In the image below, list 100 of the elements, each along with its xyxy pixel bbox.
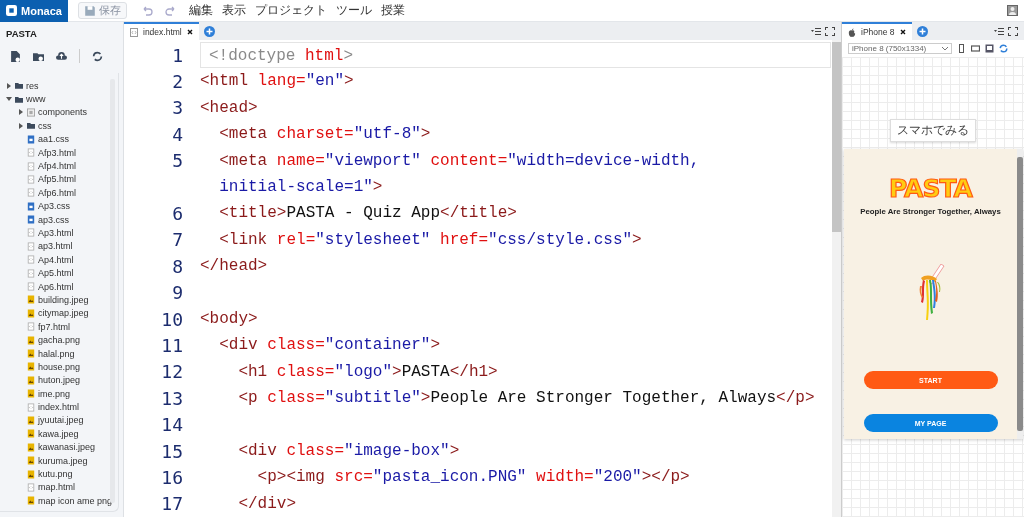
file-name[interactable]: Afp6.html	[38, 187, 77, 198]
refresh-icon[interactable]	[999, 44, 1008, 53]
code-line: <head>	[200, 97, 259, 119]
close-icon[interactable]	[186, 29, 193, 35]
image-file-icon	[27, 389, 35, 399]
file-name[interactable]: Ap3.html	[38, 228, 74, 238]
file-name[interactable]: ap3.html	[38, 241, 73, 252]
image-file-icon	[27, 375, 35, 385]
line-number: 17	[160, 493, 184, 515]
menu-item[interactable]: 表示	[222, 2, 246, 19]
caret-right-icon[interactable]	[18, 109, 24, 116]
file-name[interactable]: aa1.css	[38, 134, 70, 145]
image-file-icon	[27, 442, 35, 452]
line-number: 14	[160, 414, 184, 436]
menu-item[interactable]: ツール	[336, 2, 372, 19]
caret-down-icon[interactable]	[6, 96, 12, 103]
user-icon[interactable]	[1007, 5, 1018, 16]
file-name[interactable]: Ap6.html	[38, 281, 74, 292]
expand-icon[interactable]	[1008, 26, 1018, 36]
code-line: <p><img src="pasta_icon.PNG" width="200"></p>	[256, 467, 691, 489]
line-number: 1	[171, 44, 184, 66]
list-menu-icon[interactable]	[811, 26, 821, 36]
line-number: 5	[171, 150, 184, 172]
image-file-icon	[27, 415, 35, 425]
file-name[interactable]: Afp3.html	[38, 147, 77, 158]
file-name[interactable]: jyuutai.jpeg	[38, 415, 84, 426]
html-file-icon	[27, 228, 35, 238]
file-name[interactable]: gacha.png	[38, 335, 81, 346]
line-number: 8	[171, 255, 184, 277]
image-file-icon	[27, 349, 35, 358]
line-number: 16	[160, 466, 184, 488]
file-name[interactable]: halal.png	[38, 348, 75, 359]
folder-name[interactable]: www	[26, 94, 46, 105]
phone-icon[interactable]	[957, 44, 966, 53]
file-name[interactable]: kuruma.jpeg	[38, 455, 88, 466]
list-menu-icon[interactable]	[994, 26, 1004, 36]
file-name[interactable]: index.html	[38, 402, 80, 413]
monaca-logo[interactable]: Monaca	[0, 0, 68, 22]
file-name[interactable]: map.html	[38, 482, 75, 493]
line-number: 15	[160, 440, 184, 462]
line-number: 3	[171, 97, 184, 119]
image-file-icon	[27, 429, 35, 439]
html-file-icon	[27, 241, 35, 251]
html-file-icon	[130, 27, 138, 37]
device-select[interactable]: iPhone 8 (750x1334)	[848, 43, 952, 54]
file-name[interactable]: kutu.png	[38, 469, 73, 479]
app-logo: PASTA	[889, 174, 972, 203]
close-icon[interactable]	[899, 29, 906, 35]
apple-icon	[848, 27, 856, 37]
file-name[interactable]: Ap5.html	[38, 268, 74, 279]
save-icon	[84, 4, 96, 17]
new-folder-icon[interactable]	[33, 50, 44, 62]
file-name[interactable]: ime.png	[38, 388, 71, 399]
html-file-icon	[27, 282, 35, 292]
line-number: 10	[160, 308, 184, 330]
code-line: </div>	[237, 493, 297, 515]
menu-item[interactable]: プロジェクト	[255, 2, 327, 19]
caret-right-icon[interactable]	[18, 122, 24, 129]
file-name[interactable]: Ap3.css	[38, 201, 70, 212]
scrollbar-thumb[interactable]	[1017, 157, 1023, 431]
file-name[interactable]: ap3.css	[38, 214, 70, 225]
file-name[interactable]: citymap.jpeg	[38, 308, 89, 319]
menu-item[interactable]: 編集	[189, 2, 213, 19]
caret-right-icon[interactable]	[6, 82, 12, 89]
device-tab[interactable]: iPhone 8	[842, 22, 912, 40]
line-number: 12	[160, 361, 184, 383]
css-file-icon	[27, 215, 35, 225]
code-line: <html lang="en">	[200, 71, 355, 93]
file-name[interactable]: house.png	[38, 361, 81, 372]
file-name[interactable]: huton.jpeg	[38, 375, 81, 386]
expand-icon[interactable]	[825, 26, 835, 36]
file-name[interactable]: Ap4.html	[38, 254, 74, 265]
landscape-icon[interactable]	[971, 44, 980, 53]
file-name[interactable]: Afp5.html	[38, 174, 77, 185]
image-file-icon	[27, 308, 35, 318]
html-file-icon	[27, 148, 35, 158]
folder-icon	[27, 121, 35, 131]
screenshot-icon[interactable]	[985, 44, 994, 53]
code-line: </head>	[200, 256, 269, 278]
folder-name[interactable]: components	[38, 107, 88, 118]
add-tab-icon[interactable]	[203, 25, 215, 37]
open-on-phone-button[interactable]: スマホでみる	[890, 119, 976, 142]
file-name[interactable]: fp7.html	[38, 321, 70, 332]
file-name[interactable]: Afp4.html	[38, 161, 77, 172]
refresh-icon[interactable]	[92, 50, 103, 62]
folder-name[interactable]: css	[38, 120, 52, 131]
file-name[interactable]: kawanasi.jpeg	[38, 442, 96, 453]
image-file-icon	[27, 295, 35, 305]
menu-item[interactable]: 授業	[381, 2, 405, 19]
add-tab-icon[interactable]	[916, 25, 928, 37]
new-file-icon[interactable]	[10, 50, 21, 62]
html-file-icon	[27, 268, 35, 278]
upload-icon[interactable]	[56, 50, 67, 62]
file-tab[interactable]: index.html	[124, 22, 199, 40]
file-name[interactable]: building.jpeg	[38, 294, 89, 305]
folder-name[interactable]: res	[26, 80, 39, 91]
scrollbar-thumb[interactable]	[832, 42, 841, 232]
file-name[interactable]: kawa.jpeg	[38, 428, 79, 439]
css-file-icon	[27, 134, 35, 144]
code-line: <div class="image-box">	[237, 440, 461, 462]
